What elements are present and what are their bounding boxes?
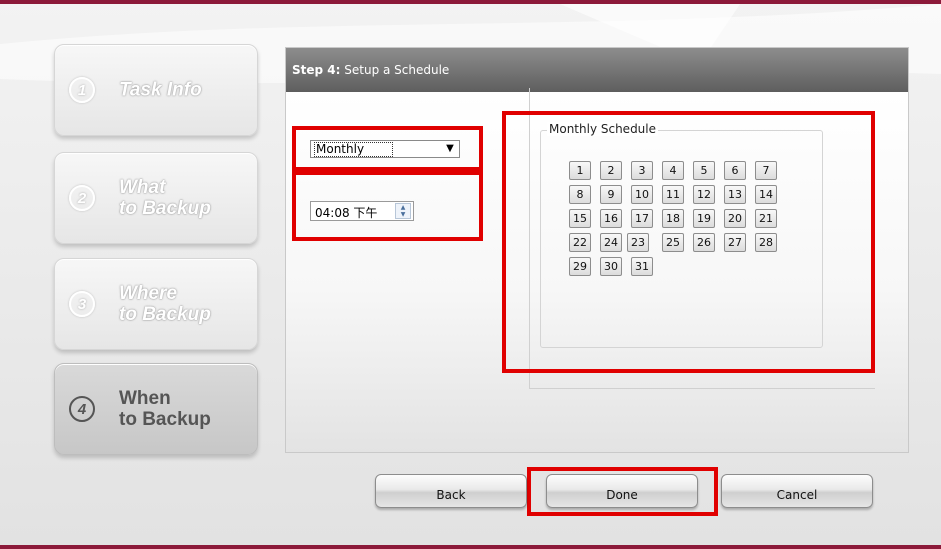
done-button-label: Done	[606, 488, 638, 502]
step-label: When to Backup	[119, 388, 211, 430]
step-label: Where to Backup	[119, 283, 211, 325]
step-number-3-icon: 3	[69, 291, 95, 317]
sidebar-step-where-to-backup[interactable]: 3 Where to Backup	[54, 258, 258, 350]
step-label-line1: Task Info	[119, 79, 202, 101]
cancel-button[interactable]: Cancel	[721, 474, 873, 508]
step-label-line2: to Backup	[119, 198, 211, 219]
step-label-line1: What	[119, 177, 166, 198]
step-label-line1: Where	[119, 283, 178, 304]
panel-header: Step 4: Setup a Schedule	[286, 48, 908, 92]
step-label-line1: When	[119, 388, 171, 409]
cancel-button-label: Cancel	[776, 488, 818, 502]
step-label-line2: to Backup	[119, 304, 211, 325]
step-number-1-icon: 1	[69, 77, 95, 103]
step-label: Task Info	[119, 80, 202, 101]
step-label: What to Backup	[119, 177, 211, 219]
step-prefix: Step 4:	[292, 63, 341, 77]
back-button-label: Back	[436, 488, 466, 502]
highlight-monthly-box	[502, 111, 875, 373]
highlight-frequency-box	[292, 126, 483, 171]
bottom-accent-rule	[0, 545, 941, 549]
step-number-4-icon: 4	[69, 396, 95, 422]
step-title: Setup a Schedule	[344, 63, 450, 77]
panel-title: Step 4: Setup a Schedule	[292, 63, 449, 77]
sidebar-step-when-to-backup[interactable]: 4 When to Backup	[54, 363, 258, 455]
step-label-line2: to Backup	[119, 409, 211, 430]
sidebar-step-what-to-backup[interactable]: 2 What to Backup	[54, 152, 258, 244]
done-button[interactable]: Done	[546, 474, 698, 508]
back-button[interactable]: Back	[375, 474, 527, 508]
sidebar-step-task-info[interactable]: 1 Task Info	[54, 44, 258, 136]
highlight-time-box	[292, 171, 483, 241]
step-number-2-icon: 2	[69, 185, 95, 211]
